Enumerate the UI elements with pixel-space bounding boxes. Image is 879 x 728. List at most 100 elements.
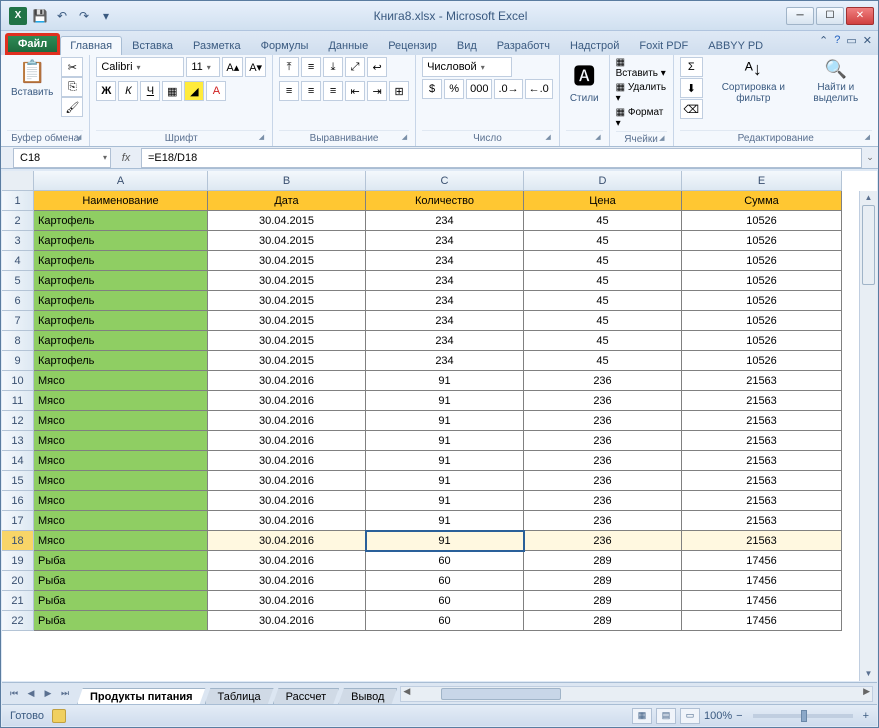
row-header-9[interactable]: 9 bbox=[2, 351, 34, 371]
cell[interactable]: 17456 bbox=[682, 551, 842, 571]
indent-dec-icon[interactable]: ⇤ bbox=[345, 81, 365, 101]
cut-icon[interactable]: ✂ bbox=[61, 57, 83, 77]
comma-icon[interactable]: 000 bbox=[466, 79, 492, 99]
cell[interactable]: 10526 bbox=[682, 271, 842, 291]
fill-icon[interactable]: ⬇ bbox=[680, 78, 704, 98]
cell[interactable]: 236 bbox=[524, 371, 682, 391]
cell[interactable]: 30.04.2016 bbox=[208, 391, 366, 411]
row-header-16[interactable]: 16 bbox=[2, 491, 34, 511]
row-header-3[interactable]: 3 bbox=[2, 231, 34, 251]
cell[interactable]: Картофель bbox=[34, 311, 208, 331]
tab-abbyy[interactable]: ABBYY PD bbox=[698, 36, 773, 55]
cell[interactable]: 21563 bbox=[682, 491, 842, 511]
row-header-12[interactable]: 12 bbox=[2, 411, 34, 431]
formula-input[interactable]: =E18/D18 bbox=[141, 148, 862, 168]
row-header-1[interactable]: 1 bbox=[2, 191, 34, 211]
header-cell[interactable]: Наименование bbox=[34, 191, 208, 211]
col-header-B[interactable]: B bbox=[208, 171, 366, 191]
cell[interactable]: 91 bbox=[366, 471, 524, 491]
font-size-combo[interactable]: 11 bbox=[186, 57, 220, 77]
paste-button[interactable]: 📋 Вставить bbox=[7, 57, 57, 100]
sheet-tab[interactable]: Рассчет bbox=[273, 688, 340, 705]
cell[interactable]: Картофель bbox=[34, 291, 208, 311]
cell[interactable]: 91 bbox=[366, 391, 524, 411]
cell[interactable]: Картофель bbox=[34, 271, 208, 291]
row-header-17[interactable]: 17 bbox=[2, 511, 34, 531]
vscroll-thumb[interactable] bbox=[862, 205, 875, 285]
merge-button[interactable]: ⊞ bbox=[389, 81, 409, 101]
cell[interactable]: Мясо bbox=[34, 371, 208, 391]
cell[interactable]: 91 bbox=[366, 511, 524, 531]
cell[interactable]: 289 bbox=[524, 551, 682, 571]
cell[interactable]: Картофель bbox=[34, 251, 208, 271]
cell[interactable]: 30.04.2016 bbox=[208, 591, 366, 611]
cell[interactable]: 234 bbox=[366, 351, 524, 371]
cell[interactable]: 17456 bbox=[682, 591, 842, 611]
format-cells-button[interactable]: ▦ Формат ▾ bbox=[616, 107, 667, 129]
cell[interactable]: 10526 bbox=[682, 231, 842, 251]
percent-icon[interactable]: % bbox=[444, 79, 464, 99]
cell[interactable]: Мясо bbox=[34, 491, 208, 511]
cell[interactable]: 21563 bbox=[682, 451, 842, 471]
tab-foxit[interactable]: Foxit PDF bbox=[629, 36, 698, 55]
vertical-scrollbar[interactable]: ▲ ▼ bbox=[859, 191, 877, 681]
col-header-E[interactable]: E bbox=[682, 171, 842, 191]
cell[interactable]: 21563 bbox=[682, 371, 842, 391]
cell[interactable]: 30.04.2015 bbox=[208, 311, 366, 331]
tab-addins[interactable]: Надстрой bbox=[560, 36, 629, 55]
styles-button[interactable]: 🅰 Стили bbox=[566, 57, 603, 106]
cell[interactable]: 236 bbox=[524, 411, 682, 431]
font-name-combo[interactable]: Calibri bbox=[96, 57, 184, 77]
italic-button[interactable]: К bbox=[118, 81, 138, 101]
align-center-icon[interactable]: ≡ bbox=[301, 81, 321, 101]
cell[interactable]: 60 bbox=[366, 551, 524, 571]
cell[interactable]: 236 bbox=[524, 471, 682, 491]
align-middle-icon[interactable]: ≡ bbox=[301, 57, 321, 77]
inc-decimal-icon[interactable]: .0→ bbox=[494, 79, 522, 99]
row-header-7[interactable]: 7 bbox=[2, 311, 34, 331]
row-header-4[interactable]: 4 bbox=[2, 251, 34, 271]
cell[interactable]: 60 bbox=[366, 591, 524, 611]
row-header-22[interactable]: 22 bbox=[2, 611, 34, 631]
clear-icon[interactable]: ⌫ bbox=[680, 99, 704, 119]
name-box[interactable]: C18 bbox=[13, 148, 111, 168]
grow-font-icon[interactable]: A▴ bbox=[222, 57, 243, 77]
cell[interactable]: 10526 bbox=[682, 331, 842, 351]
scroll-down-icon[interactable]: ▼ bbox=[860, 667, 877, 681]
sheet-last-icon[interactable]: ⏭ bbox=[57, 686, 73, 702]
view-normal-icon[interactable]: ▦ bbox=[632, 708, 652, 724]
row-header-14[interactable]: 14 bbox=[2, 451, 34, 471]
autosum-icon[interactable]: Σ bbox=[680, 57, 704, 77]
currency-icon[interactable]: $ bbox=[422, 79, 442, 99]
cell[interactable]: 236 bbox=[524, 451, 682, 471]
cell[interactable]: 30.04.2016 bbox=[208, 451, 366, 471]
view-layout-icon[interactable]: ▤ bbox=[656, 708, 676, 724]
row-header-11[interactable]: 11 bbox=[2, 391, 34, 411]
cell[interactable]: 30.04.2016 bbox=[208, 611, 366, 631]
col-header-D[interactable]: D bbox=[524, 171, 682, 191]
insert-cells-button[interactable]: ▦ Вставить ▾ bbox=[616, 57, 667, 79]
header-cell[interactable]: Количество bbox=[366, 191, 524, 211]
cell[interactable]: 234 bbox=[366, 311, 524, 331]
cell[interactable]: 45 bbox=[524, 271, 682, 291]
tab-formulas[interactable]: Формулы bbox=[251, 36, 319, 55]
close-workbook-icon[interactable]: ✕ bbox=[863, 34, 872, 47]
fill-color-button[interactable]: ◢ bbox=[184, 81, 204, 101]
cell[interactable]: 30.04.2015 bbox=[208, 331, 366, 351]
row-header-6[interactable]: 6 bbox=[2, 291, 34, 311]
cell[interactable]: 45 bbox=[524, 331, 682, 351]
scroll-up-icon[interactable]: ▲ bbox=[860, 191, 877, 205]
zoom-level[interactable]: 100% bbox=[704, 710, 732, 722]
hscroll-thumb[interactable] bbox=[441, 688, 561, 700]
col-header-A[interactable]: A bbox=[34, 171, 208, 191]
cell[interactable]: 45 bbox=[524, 231, 682, 251]
close-button[interactable]: ✕ bbox=[846, 7, 874, 25]
cell[interactable]: 91 bbox=[366, 411, 524, 431]
save-icon[interactable]: 💾 bbox=[31, 7, 49, 25]
shrink-font-icon[interactable]: A▾ bbox=[245, 57, 266, 77]
cell[interactable]: Рыба bbox=[34, 571, 208, 591]
cell[interactable]: Картофель bbox=[34, 331, 208, 351]
tab-data[interactable]: Данные bbox=[318, 36, 378, 55]
cell[interactable]: 91 bbox=[366, 451, 524, 471]
cell[interactable]: Картофель bbox=[34, 231, 208, 251]
